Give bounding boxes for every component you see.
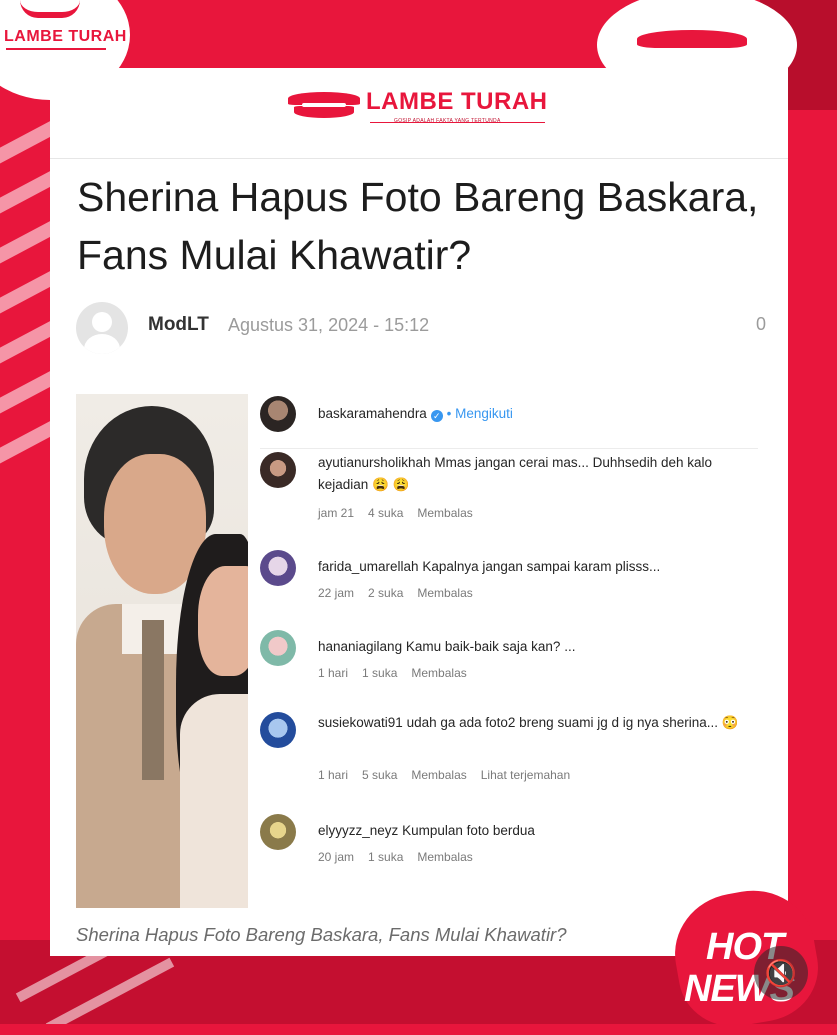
lips-logo-icon [288, 90, 360, 120]
lips-logo-icon [20, 0, 80, 18]
follow-status: Mengikuti [455, 406, 513, 421]
couple-photo [76, 394, 248, 908]
avatar [260, 396, 296, 432]
article-card: LAMBE TURAH GOSIP ADALAH FAKTA YANG TERT… [50, 68, 788, 956]
comment-meta: 22 jam 2 suka Membalas [318, 586, 473, 600]
translate-link: Lihat terjemahan [480, 768, 571, 782]
comment-meta: 1 hari 5 suka Membalas Lihat terjemahan [318, 768, 571, 782]
publish-date: Agustus 31, 2024 - 15:12 [228, 315, 430, 335]
owner-line: baskaramahendra ✓ • Mengikuti [318, 406, 513, 422]
comment-text: hananiagilang Kamu baik-baik saja kan? .… [318, 639, 576, 654]
lips-icon [637, 30, 747, 48]
avatar [260, 630, 296, 666]
comment-count[interactable]: 0 [756, 314, 766, 335]
corner-brand-underline [6, 48, 106, 50]
corner-brand-text: LAMBE TURAH [4, 28, 127, 45]
author-name[interactable]: ModLT [148, 314, 209, 336]
comment-text: ayutianursholikhah Mmas jangan cerai mas… [318, 455, 712, 492]
reply-link: Membalas [417, 586, 473, 600]
reply-link: Membalas [417, 850, 473, 864]
avatar [260, 452, 296, 488]
comment-text: farida_umarellah Kapalnya jangan sampai … [318, 559, 661, 574]
comment-meta: jam 21 4 suka Membalas [318, 506, 473, 520]
comment-meta: 20 jam 1 suka Membalas [318, 850, 473, 864]
verified-badge-icon: ✓ [430, 410, 443, 422]
comment-text: susiekowati91 udah ga ada foto2 breng su… [318, 715, 739, 730]
article-title: Sherina Hapus Foto Bareng Baskara, Fans … [77, 174, 759, 278]
reply-link: Membalas [411, 768, 467, 782]
instagram-comments-screenshot: baskaramahendra ✓ • Mengikuti ayutianursh… [248, 394, 760, 908]
comment-meta: 1 hari 1 suka Membalas [318, 666, 467, 680]
image-caption: Sherina Hapus Foto Bareng Baskara, Fans … [76, 924, 567, 945]
avatar [260, 712, 296, 748]
article-meta: ModLT Agustus 31, 2024 - 15:12 0 [76, 300, 766, 356]
divider [260, 448, 758, 449]
comment-text: elyyyzz_neyz Kumpulan foto berdua [318, 823, 535, 838]
author-avatar[interactable] [76, 302, 128, 354]
site-header: LAMBE TURAH GOSIP ADALAH FAKTA YANG TERT… [50, 68, 788, 159]
owner-username: baskaramahendra [318, 406, 427, 421]
avatar [260, 814, 296, 850]
site-tagline: GOSIP ADALAH FAKTA YANG TERTUNDA [394, 118, 501, 124]
reply-link: Membalas [411, 666, 467, 680]
avatar [260, 550, 296, 586]
site-logo-text[interactable]: LAMBE TURAH [366, 88, 547, 116]
speaker-muted-icon[interactable]: 🔇 [754, 946, 808, 1000]
reply-link: Membalas [417, 506, 473, 520]
